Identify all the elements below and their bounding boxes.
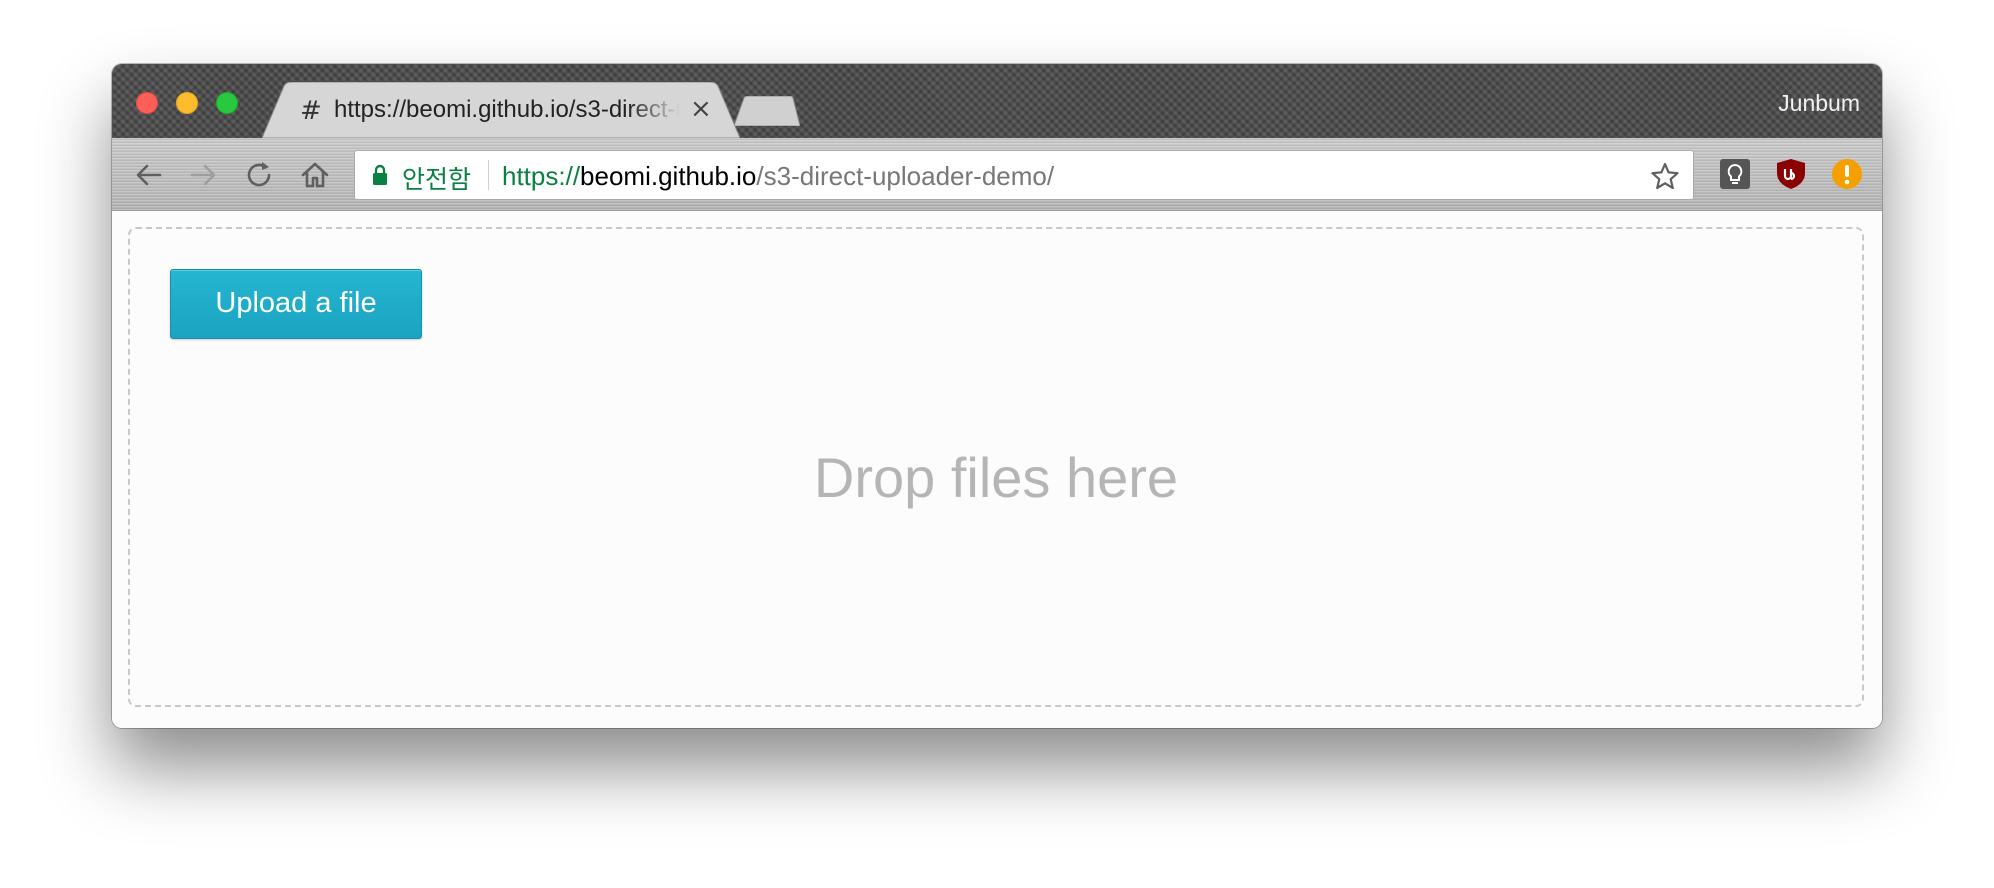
tab-title: https://beomi.github.io/s3-direct-upload… [334, 96, 680, 123]
new-tab-button[interactable] [734, 96, 800, 126]
minimize-window-button[interactable] [176, 92, 198, 114]
browser-window: # https://beomi.github.io/s3-direct-uplo… [112, 64, 1882, 728]
toolbar: 안전함 https://beomi.github.io/s3-direct-up… [112, 138, 1882, 211]
url-text[interactable]: https://beomi.github.io/s3-direct-upload… [502, 161, 1054, 192]
omnibox-separator [488, 160, 489, 190]
address-bar[interactable]: 안전함 https://beomi.github.io/s3-direct-up… [354, 150, 1694, 200]
maximize-window-button[interactable] [216, 92, 238, 114]
close-window-button[interactable] [136, 92, 158, 114]
alert-extension-icon[interactable] [1830, 157, 1864, 191]
drop-files-label: Drop files here [813, 446, 1179, 509]
secure-label[interactable]: 안전함 [402, 160, 471, 196]
forward-arrow-icon[interactable] [186, 158, 220, 192]
drop-zone[interactable]: Upload a file Drop files here [128, 227, 1864, 707]
tab-active[interactable]: # https://beomi.github.io/s3-direct-uplo… [262, 82, 740, 138]
favicon-hash-icon: # [300, 96, 322, 126]
upload-file-button[interactable]: Upload a file [170, 269, 422, 339]
url-scheme: https:// [502, 161, 581, 191]
title-bar: # https://beomi.github.io/s3-direct-uplo… [112, 64, 1882, 138]
tab-close-icon[interactable]: × [690, 94, 712, 124]
url-host: beomi.github.io [580, 161, 757, 191]
page-content: Upload a file Drop files here [112, 211, 1882, 728]
reload-icon[interactable] [242, 158, 276, 192]
bookmark-star-icon[interactable] [1650, 161, 1680, 191]
lock-icon [373, 164, 387, 185]
url-path: /s3-direct-uploader-demo/ [756, 161, 1055, 191]
profile-name[interactable]: Junbum [1778, 90, 1860, 117]
home-icon[interactable] [298, 158, 332, 192]
back-arrow-icon[interactable] [132, 158, 166, 192]
lightbulb-extension-icon[interactable] [1718, 157, 1752, 191]
ublock-extension-icon[interactable] [1774, 157, 1808, 191]
